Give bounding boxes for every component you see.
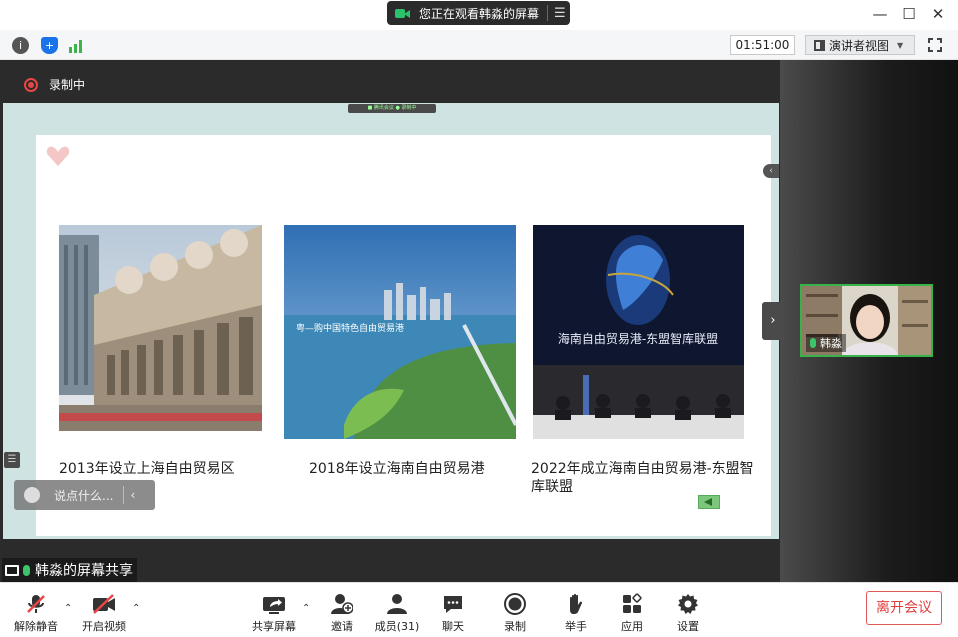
maximize-button[interactable]: ☐ [899,4,919,24]
video-options-caret[interactable]: ⌃ [132,603,140,614]
heart-icon [46,146,70,166]
raise-hand-button[interactable]: 举手 [556,591,596,635]
settings-icon [668,591,708,615]
apps-button[interactable]: 应用 [612,591,652,635]
camera-icon [395,7,411,19]
record-dot-icon [24,77,38,92]
participant-name: 韩淼 [820,337,842,350]
apps-icon [612,591,652,615]
signal-icon[interactable] [68,38,84,53]
banner-text: 海南自由贸易港-东盟智库联盟 [558,331,718,346]
recording-label: 录制中 [49,78,86,92]
chat-list-icon[interactable]: ☰ [4,452,20,468]
share-notice-text: 您正在观看韩淼的屏幕 [419,6,540,21]
chevron-down-icon: ▼ [897,40,904,50]
members-label: 成员(31) [374,620,420,633]
close-button[interactable]: ✕ [928,4,948,24]
chat-placeholder[interactable]: 说点什么... [54,487,113,504]
mic-muted-icon [12,591,60,615]
view-mode-dropdown[interactable]: 演讲者视图 ▼ [805,35,915,55]
meeting-window: 您正在观看韩淼的屏幕 ☰ — ☐ ✕ i + 01:51:00 演讲者视图 ▼ [0,0,958,637]
share-owner-text: 韩淼的屏幕共享 [35,563,133,579]
menu-icon[interactable]: ☰ [554,6,566,21]
start-video-button[interactable]: 开启视频 [80,591,128,635]
mic-icon [23,564,30,576]
settings-button[interactable]: 设置 [668,591,708,635]
meeting-timer: 01:51:00 [730,35,795,55]
presentation-slide: 粤—购中国特色自由贸易港 海南自由贸易港-东盟智库联盟 2013年设立上海自由贸… [36,135,771,536]
photo-caption-text: 粤—购中国特色自由贸易港 [296,322,404,334]
invite-icon [322,591,362,615]
mic-icon [810,338,816,348]
record-icon [495,591,535,615]
title-bar: 您正在观看韩淼的屏幕 ☰ — ☐ ✕ [0,0,958,30]
divider [123,486,125,504]
chat-input-bar[interactable]: 说点什么... ‹ [14,480,155,510]
record-button[interactable]: 录制 [495,591,535,635]
recording-indicator: 录制中 [24,76,85,93]
raise-hand-icon [556,591,596,615]
chat-label: 聊天 [442,620,464,633]
info-bar: i + 01:51:00 演讲者视图 ▼ [0,30,958,60]
start-video-label: 开启视频 [82,620,126,633]
settings-label: 设置 [677,620,699,633]
caption-asean: 2022年成立海南自由贸易港-东盟智库联盟 [531,461,754,495]
minimize-button[interactable]: — [870,4,890,24]
raise-hand-label: 举手 [565,620,587,633]
photo-hainan-ftp: 粤—购中国特色自由贸易港 [284,225,516,439]
share-screen-label: 共享屏幕 [252,620,296,633]
participant-video[interactable]: 韩淼 [800,284,933,357]
bottom-toolbar: 解除静音 ⌃ 开启视频 ⌃ 共享屏幕 ⌃ 邀请 成员(31) 聊天 录制 举手 … [0,582,958,637]
record-label: 录制 [504,620,526,633]
share-options-caret[interactable]: ⌃ [302,603,310,614]
speaker-view-icon [814,39,825,51]
unmute-button[interactable]: 解除静音 [12,591,60,635]
mini-meeting-bar: ■ 腾讯会议 ● 录制中 [348,104,436,113]
apps-label: 应用 [621,620,643,633]
shield-icon[interactable]: + [41,37,58,54]
invite-label: 邀请 [331,620,353,633]
caption-shanghai: 2013年设立上海自由贸易区 [59,461,235,477]
invite-button[interactable]: 邀请 [322,591,362,635]
members-icon [373,591,421,615]
view-mode-label: 演讲者视图 [829,38,890,53]
participant-name-tag: 韩淼 [806,334,846,352]
audio-options-caret[interactable]: ⌃ [64,603,72,614]
unmute-label: 解除静音 [14,620,58,633]
screen-share-label: 韩淼的屏幕共享 [2,558,137,582]
photo-shanghai-ftz [59,225,262,431]
share-screen-button[interactable]: 共享屏幕 [250,591,298,635]
divider [547,5,549,21]
info-icon[interactable]: i [12,37,29,54]
caption-hainan: 2018年设立海南自由贸易港 [309,461,485,477]
chat-button[interactable]: 聊天 [433,591,473,635]
participant-panel: 韩淼 [780,60,958,582]
screen-share-notice[interactable]: 您正在观看韩淼的屏幕 ☰ [387,1,570,25]
members-button[interactable]: 成员(31) [373,591,421,635]
slide-frame: ■ 腾讯会议 ● 录制中 粤—购中国特色自由贸易港 海南自由贸易港-东盟智库联盟… [3,103,779,539]
fullscreen-icon[interactable] [928,38,942,52]
collapse-icon[interactable]: ‹ [763,164,779,178]
camera-off-icon [80,591,128,615]
share-screen-icon [250,591,298,615]
photo-asean-alliance: 海南自由贸易港-东盟智库联盟 [533,225,744,439]
emoji-icon[interactable] [24,487,40,503]
chevron-left-icon[interactable]: ‹ [130,488,135,502]
leave-meeting-button[interactable]: 离开会议 [866,591,942,625]
previous-slide-icon[interactable] [698,495,720,509]
screen-icon [5,564,19,576]
shared-screen-area: 录制中 ■ 腾讯会议 ● 录制中 粤—购中国特色自由贸易港 海南自由贸易港-东盟… [0,60,784,582]
chat-icon [433,591,473,615]
